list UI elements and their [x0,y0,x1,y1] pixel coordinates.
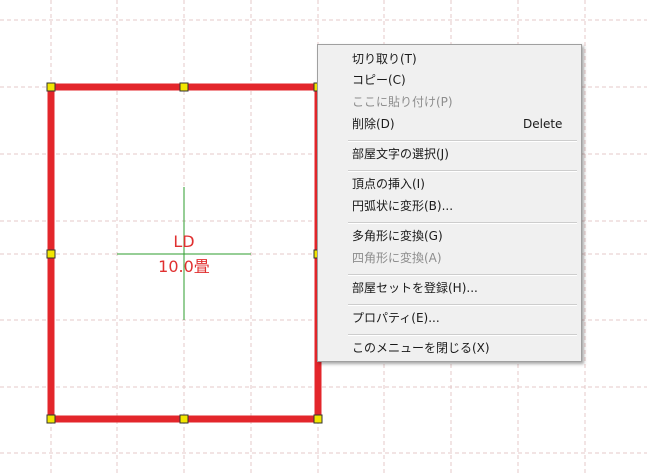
menu-separator [348,170,577,172]
room-name-label[interactable]: LD [134,231,234,253]
menu-item-properties[interactable]: プロパティ(E)... [352,308,575,328]
vertex-handle[interactable] [46,82,56,92]
menu-item-paste-here[interactable]: ここに貼り付け(P) [352,92,575,112]
vertex-handle[interactable] [179,414,189,424]
menu-item-cut[interactable]: 切り取り(T) [352,49,575,69]
vertex-handle[interactable] [46,249,56,259]
vertex-handle[interactable] [313,414,323,424]
menu-item-insert-vertex[interactable]: 頂点の挿入(I) [352,174,575,194]
menu-item-convert-polygon[interactable]: 多角形に変換(G) [352,226,575,246]
menu-item-copy[interactable]: コピー(C) [352,70,575,90]
menu-item-arc-transform[interactable]: 円弧状に変形(B)... [352,196,575,216]
menu-item-select-room-text[interactable]: 部屋文字の選択(J) [352,144,575,164]
menu-item-convert-rectangle[interactable]: 四角形に変換(A) [352,248,575,268]
menu-item-delete[interactable]: 削除(D) Delete [352,114,575,134]
vertex-handle[interactable] [179,82,189,92]
menu-item-delete-shortcut: Delete [523,117,563,131]
room-area-label[interactable]: 10.0畳 [134,256,234,278]
menu-separator [348,140,577,142]
menu-item-register-room-set[interactable]: 部屋セットを登録(H)... [352,278,575,298]
menu-item-close-menu[interactable]: このメニューを閉じる(X) [352,338,575,358]
menu-separator [348,222,577,224]
menu-separator [348,304,577,306]
menu-item-delete-label: 削除(D) [352,117,395,131]
context-menu: 切り取り(T) コピー(C) ここに貼り付け(P) 削除(D) Delete 部… [317,44,582,362]
menu-separator [348,274,577,276]
menu-separator [348,334,577,336]
vertex-handle[interactable] [46,414,56,424]
